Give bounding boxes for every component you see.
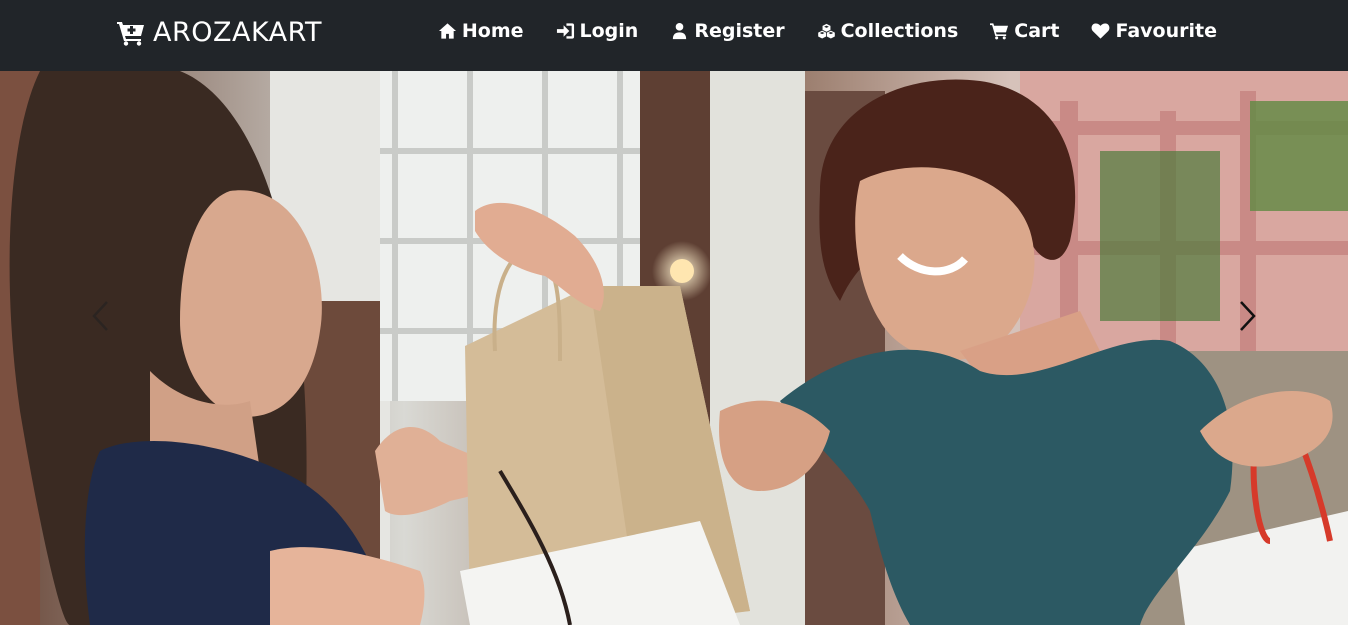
nav-favourite[interactable]: Favourite [1091,20,1217,42]
heart-icon [1092,23,1110,39]
chevron-left-icon [92,301,108,331]
nav-collections[interactable]: Collections [817,20,959,42]
nav-home[interactable]: Home [438,20,524,42]
nav-collections-label: Collections [840,20,959,42]
user-icon [673,23,687,40]
nav-links: Home Login Register Collections Cart Fav… [438,20,1217,42]
cubes-icon [817,23,835,39]
nav-register-label: Register [694,20,785,42]
home-icon [438,23,456,39]
navbar: AROZAKART Home Login Register Collection… [0,0,1348,71]
nav-cart[interactable]: Cart [990,20,1059,42]
nav-register[interactable]: Register [670,20,785,42]
brand-link[interactable]: AROZAKART [116,17,322,48]
chevron-right-icon [1240,301,1256,331]
sign-in-icon [556,23,574,39]
shopping-bags-hero-photo [0,71,1348,625]
nav-home-label: Home [461,20,524,42]
nav-favourite-label: Favourite [1115,20,1217,42]
cart-icon [990,23,1009,40]
hero-carousel [0,71,1348,625]
carousel-prev-button[interactable] [76,286,126,346]
brand-name: AROZAKART [153,17,322,48]
nav-login[interactable]: Login [556,20,639,42]
cart-plus-icon [117,21,144,46]
carousel-next-button[interactable] [1222,286,1272,346]
nav-login-label: Login [579,20,639,42]
nav-cart-label: Cart [1014,20,1060,42]
